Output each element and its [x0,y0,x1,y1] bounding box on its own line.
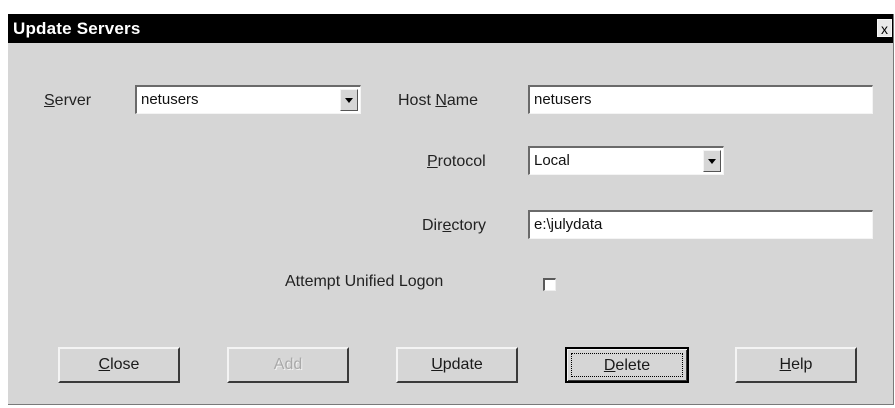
host-name-label: Host Name [398,92,478,110]
unified-logon-label: Attempt Unified Logon [285,273,444,290]
delete-button-label: elete [615,357,651,374]
close-button[interactable]: Close [58,347,180,383]
host-name-label-post: ame [446,92,479,109]
host-name-value: netusers [534,91,592,108]
protocol-combobox[interactable]: Local [528,146,724,175]
close-button-mnemonic: C [98,356,111,373]
help-button[interactable]: Help [735,347,857,383]
server-label-post: erver [54,92,92,109]
server-label: Server [44,92,91,110]
directory-value: e:\julydata [534,216,603,233]
server-label-mnemonic: S [44,92,55,109]
help-button-label: elp [791,356,813,373]
host-name-label-pre: Host [398,92,436,109]
directory-label-pre: Dir [422,217,443,234]
chevron-down-icon[interactable] [340,89,358,111]
update-servers-dialog: Update Servers x Server netusers Host Na… [8,14,894,405]
close-button-label: lose [110,356,140,373]
server-combobox[interactable]: netusers [135,85,361,114]
protocol-label-post: rotocol [437,153,486,170]
help-button-mnemonic: H [779,356,792,373]
directory-label-mnemonic: e [442,217,452,234]
window-title: Update Servers [13,19,141,38]
update-button-mnemonic: U [431,356,443,373]
directory-label: Directory [422,217,486,235]
unified-logon-checkbox[interactable] [543,278,556,291]
focus-rectangle: Delete [571,353,683,377]
update-button-label: pdate [442,356,483,373]
protocol-value: Local [534,152,570,169]
title-bar[interactable]: Update Servers x [8,14,893,43]
protocol-label-mnemonic: P [427,153,438,170]
delete-button-mnemonic: D [603,357,616,374]
protocol-label: Protocol [427,153,486,171]
close-icon[interactable]: x [877,19,892,37]
server-value: netusers [141,91,199,108]
directory-label-post: ctory [451,217,487,234]
directory-input[interactable]: e:\julydata [528,210,873,239]
host-name-input[interactable]: netusers [528,85,873,114]
host-name-label-mnemonic: N [435,92,447,109]
delete-button[interactable]: Delete [565,347,689,383]
add-button[interactable]: Add [227,347,349,383]
update-button[interactable]: Update [396,347,518,383]
chevron-down-icon[interactable] [703,150,721,172]
